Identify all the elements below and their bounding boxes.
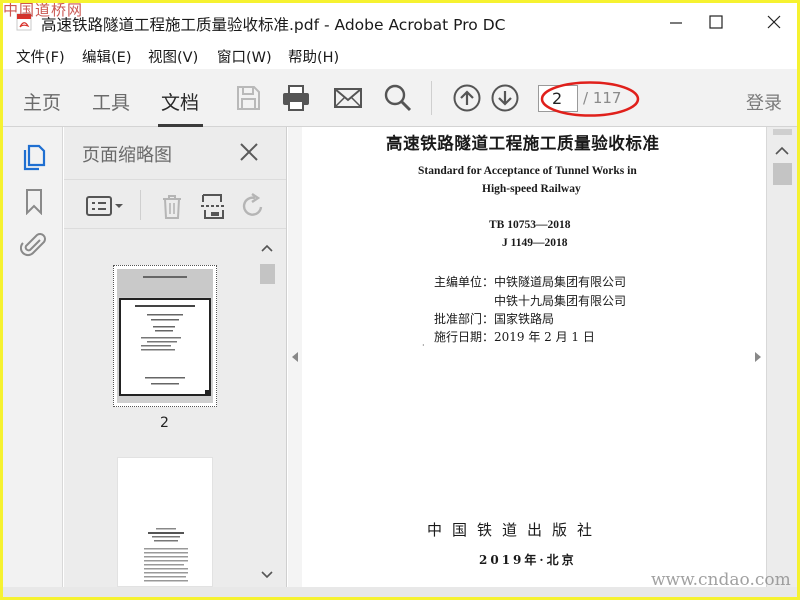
page-thumbnail-selected[interactable] <box>113 265 217 407</box>
toolbar-separator <box>431 81 432 115</box>
panel-title: 页面缩略图 <box>82 145 172 166</box>
menu-bar: 文件(F) 编辑(E) 视图(V) 窗口(W) 帮助(H) <box>3 41 797 69</box>
doc-title-en-line2: High-speed Railway <box>482 183 581 195</box>
window-title: 高速铁路隧道工程施工质量验收标准.pdf - Adobe Acrobat Pro… <box>41 16 506 34</box>
tab-home[interactable]: 主页 <box>23 88 61 115</box>
menu-help[interactable]: 帮助(H) <box>288 46 339 67</box>
doc-effective-date: 施行日期：2019 年 2 月 1 日 <box>434 330 595 344</box>
doc-chief-editor: 主编单位：中铁隧道局集团有限公司 <box>434 275 627 289</box>
rotate-page-icon[interactable] <box>239 192 267 220</box>
document-scrollbar[interactable] <box>767 127 797 597</box>
red-highlight-ellipse <box>540 81 640 117</box>
page-thumbnails-icon[interactable] <box>20 143 48 171</box>
title-bar: 中国道桥网 高速铁路隧道工程施工质量验收标准.pdf - Adobe Acrob… <box>3 3 797 41</box>
left-navigation-rail <box>3 127 63 597</box>
save-icon[interactable] <box>233 83 263 113</box>
close-panel-icon[interactable] <box>238 141 260 163</box>
tab-tools[interactable]: 工具 <box>92 88 130 115</box>
doc-standard-code: TB 10753—2018 <box>489 219 571 231</box>
page-thumbnail[interactable] <box>117 457 213 587</box>
doc-speck: · <box>422 341 425 350</box>
bookmark-icon[interactable] <box>20 187 48 215</box>
thumbnail-cover-drawing <box>117 269 213 396</box>
menu-edit[interactable]: 编辑(E) <box>82 46 131 67</box>
delete-page-icon[interactable] <box>158 192 186 220</box>
doc-approver: 批准部门：国家铁路局 <box>434 312 555 326</box>
print-icon[interactable] <box>281 83 311 113</box>
panel-toolbar-separator <box>140 190 141 220</box>
thumbnail-options-icon[interactable] <box>84 192 126 220</box>
thumbnail-page-label: 2 <box>160 415 169 431</box>
login-button[interactable]: 登录 <box>746 89 782 115</box>
doc-title-en-line1: Standard for Acceptance of Tunnel Works … <box>418 165 637 177</box>
watermark-bottom-right: www.cndao.com <box>651 570 791 590</box>
thumbnail-page-2-image <box>117 269 213 403</box>
doc-title-cn: 高速铁路隧道工程施工质量验收标准 <box>386 134 660 153</box>
document-scrollbar-rail[interactable] <box>766 127 797 597</box>
thumbnail-panel: 页面缩略图 2 <box>64 127 287 597</box>
search-icon[interactable] <box>383 83 413 113</box>
doc-publish-year-place: 2019年·北京 <box>479 553 577 567</box>
doc-co-editor: 中铁十九局集团有限公司 <box>494 294 627 308</box>
extract-page-icon[interactable] <box>199 192 227 220</box>
thumbnail-page-3-image <box>144 528 188 582</box>
doc-publisher: 中国铁道出版社 <box>427 521 603 539</box>
menu-view[interactable]: 视图(V) <box>148 46 198 67</box>
menu-file[interactable]: 文件(F) <box>16 46 65 67</box>
next-page-icon[interactable] <box>490 83 520 113</box>
menu-window[interactable]: 窗口(W) <box>217 46 272 67</box>
toolbar: 主页 工具 文档 2 / 117 登录 <box>3 69 797 127</box>
prev-page-icon[interactable] <box>452 83 482 113</box>
tab-document[interactable]: 文档 <box>161 88 199 115</box>
collapse-right-panel-icon[interactable] <box>753 351 763 363</box>
close-window-button[interactable] <box>763 11 785 33</box>
maximize-button[interactable] <box>705 11 727 33</box>
thumbnail-toolbar <box>64 179 286 229</box>
minimize-button[interactable] <box>665 11 687 33</box>
email-icon[interactable] <box>333 83 363 113</box>
thumbnail-scrollbar[interactable] <box>258 239 276 585</box>
doc-record-code: J 1149—2018 <box>502 237 568 249</box>
attachment-icon[interactable] <box>20 231 48 259</box>
document-page: 高速铁路隧道工程施工质量验收标准 Standard for Acceptance… <box>302 127 766 587</box>
acrobat-window: 中国道桥网 高速铁路隧道工程施工质量验收标准.pdf - Adobe Acrob… <box>3 3 797 597</box>
collapse-left-panel-icon[interactable] <box>290 351 300 363</box>
